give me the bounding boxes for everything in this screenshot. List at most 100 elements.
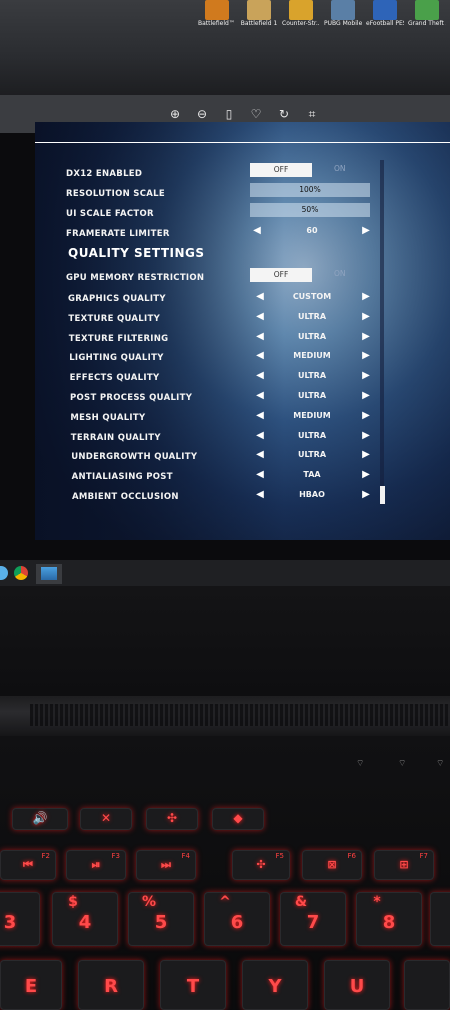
texture-filtering-left-arrow-icon[interactable]: ◀ — [256, 332, 264, 342]
ui-scale-slider[interactable]: 50% — [250, 203, 370, 217]
battlefield-v-icon — [205, 0, 229, 20]
zoom-out-icon[interactable]: ⊖ — [195, 107, 209, 121]
f2-key[interactable]: F2 ⏮ — [0, 850, 56, 880]
desktop-icon-pes[interactable]: eFootball PES 2021 SEASO... — [366, 0, 404, 34]
texture-quality-right-arrow-icon[interactable]: ▶ — [362, 312, 370, 322]
desktop-icon-csgo[interactable]: Counter-Str... Global Offe... — [282, 0, 320, 34]
key-i[interactable] — [404, 960, 450, 1010]
dx12-toggle[interactable]: OFF — [250, 163, 312, 177]
terrain-quality-label: TERRAIN QUALITY — [70, 433, 161, 443]
mesh-quality-value: MEDIUM — [293, 411, 331, 420]
battlefield-1-icon — [247, 0, 271, 20]
terrain-quality-right-arrow-icon[interactable]: ▶ — [362, 431, 370, 441]
fan-key[interactable]: ✣ — [146, 808, 198, 830]
panel-divider — [35, 142, 450, 143]
mesh-quality-left-arrow-icon[interactable]: ◀ — [256, 411, 264, 421]
photos-app-taskbar-button[interactable] — [36, 564, 62, 584]
gta-v-icon — [415, 0, 439, 20]
ambient-occlusion-left-arrow-icon[interactable]: ◀ — [256, 490, 264, 500]
antialiasing-post-right-arrow-icon[interactable]: ▶ — [362, 470, 370, 480]
pubg-icon — [331, 0, 355, 20]
gpu-memory-toggle[interactable]: OFF — [250, 268, 312, 282]
laptop-vent — [30, 704, 450, 726]
next-track-icon: ⏭ — [161, 858, 171, 871]
desktop-icon-battlefield-v[interactable]: Battlefield™ V — [198, 0, 236, 34]
framerate-value: 60 — [306, 226, 318, 235]
texture-quality-left-arrow-icon[interactable]: ◀ — [256, 312, 264, 322]
antialiasing-post-value: TAA — [303, 470, 321, 479]
post-process-quality-value: ULTRA — [297, 391, 327, 400]
power-indicator-icon: ⌔ — [436, 759, 445, 769]
post-process-quality-left-arrow-icon[interactable]: ◀ — [256, 391, 264, 401]
mic-mute-key[interactable]: ✕ — [80, 808, 132, 830]
undergrowth-quality-right-arrow-icon[interactable]: ▶ — [362, 450, 370, 460]
texture-filtering-label: TEXTURE FILTERING — [68, 334, 169, 344]
key-e[interactable]: E — [0, 960, 62, 1010]
desktop-icon-battlefield-1[interactable]: Battlefield 1 — [240, 0, 278, 34]
ambient-occlusion-right-arrow-icon[interactable]: ▶ — [362, 490, 370, 500]
dx12-label: DX12 ENABLED — [66, 169, 143, 179]
rotate-icon[interactable]: ↻ — [277, 107, 291, 121]
texture-filtering-right-arrow-icon[interactable]: ▶ — [362, 332, 370, 342]
key-y[interactable]: Y — [242, 960, 308, 1010]
zoom-in-icon[interactable]: ⊕ — [168, 107, 182, 121]
gpu-memory-toggle-alt[interactable]: ON — [334, 269, 346, 278]
framerate-right-arrow-icon[interactable]: ▶ — [362, 226, 370, 236]
desktop-icon-label: eFootball PES 2021 SEASO... — [366, 20, 404, 27]
undergrowth-quality-label: UNDERGROWTH QUALITY — [71, 452, 198, 462]
airplane-indicator-icon: ⌔ — [398, 759, 407, 769]
effects-quality-label: EFFECTS QUALITY — [69, 373, 160, 383]
crop-icon[interactable]: ⌗ — [305, 107, 319, 121]
terrain-quality-left-arrow-icon[interactable]: ◀ — [256, 431, 264, 441]
fan-mode-icon: ✣ — [256, 858, 266, 871]
ui-scale-label: UI SCALE FACTOR — [66, 209, 154, 219]
f5-key[interactable]: F5 ✣ — [232, 850, 290, 880]
framerate-left-arrow-icon[interactable]: ◀ — [253, 226, 261, 236]
resolution-scale-slider[interactable]: 100% — [250, 183, 370, 197]
chrome-icon[interactable] — [14, 566, 28, 580]
key-8[interactable]: * 8 — [356, 892, 422, 946]
settings-scrollbar-thumb[interactable] — [380, 486, 385, 504]
key-9[interactable] — [430, 892, 450, 946]
key-t[interactable]: T — [160, 960, 226, 1010]
ambient-occlusion-label: AMBIENT OCCLUSION — [72, 492, 179, 502]
delete-icon[interactable]: ▯ — [222, 107, 236, 121]
graphics-quality-right-arrow-icon[interactable]: ▶ — [362, 292, 370, 302]
settings-scrollbar[interactable] — [380, 160, 384, 505]
graphics-quality-value: CUSTOM — [292, 292, 332, 301]
favorite-icon[interactable]: ♡ — [249, 107, 263, 121]
desktop-icon-label: Battlefield™ V — [198, 20, 236, 27]
effects-quality-right-arrow-icon[interactable]: ▶ — [362, 371, 370, 381]
lighting-quality-left-arrow-icon[interactable]: ◀ — [256, 351, 264, 361]
volume-up-key[interactable]: 🔊 — [12, 808, 68, 830]
volume-icon: 🔊 — [32, 811, 48, 825]
desktop-icon-label: Battlefield 1 — [240, 20, 278, 27]
f4-key[interactable]: F4 ⏭ — [136, 850, 196, 880]
laptop-bezel — [0, 586, 450, 696]
texture-filtering-value: ULTRA — [297, 332, 327, 341]
ambient-occlusion-value: HBAO — [299, 490, 325, 499]
dx12-toggle-alt[interactable]: ON — [334, 164, 346, 173]
post-process-quality-right-arrow-icon[interactable]: ▶ — [362, 391, 370, 401]
desktop-icon-gta-v[interactable]: Grand Theft Auto V — [408, 0, 446, 34]
desktop-icon-label: PUBG Mobile — [324, 20, 362, 27]
mesh-quality-right-arrow-icon[interactable]: ▶ — [362, 411, 370, 421]
key-r[interactable]: R — [78, 960, 144, 1010]
pes-icon — [373, 0, 397, 20]
desktop-icon-pubg[interactable]: PUBG Mobile — [324, 0, 362, 34]
windows-taskbar — [0, 560, 450, 586]
effects-quality-left-arrow-icon[interactable]: ◀ — [256, 371, 264, 381]
undergrowth-quality-left-arrow-icon[interactable]: ◀ — [256, 450, 264, 460]
key-u[interactable]: U — [324, 960, 390, 1010]
rog-key[interactable]: ◆ — [212, 808, 264, 830]
antialiasing-post-left-arrow-icon[interactable]: ◀ — [256, 470, 264, 480]
csgo-icon — [289, 0, 313, 20]
previous-track-icon: ⏮ — [23, 858, 33, 871]
f7-key[interactable]: F7 ⊞ — [374, 850, 434, 880]
f3-key[interactable]: F3 ⏯ — [66, 850, 126, 880]
texture-quality-label: TEXTURE QUALITY — [68, 314, 161, 324]
f6-key[interactable]: F6 ⊠ — [302, 850, 362, 880]
lighting-quality-right-arrow-icon[interactable]: ▶ — [362, 351, 370, 361]
play-pause-icon: ⏯ — [91, 858, 101, 871]
graphics-quality-left-arrow-icon[interactable]: ◀ — [256, 292, 264, 302]
